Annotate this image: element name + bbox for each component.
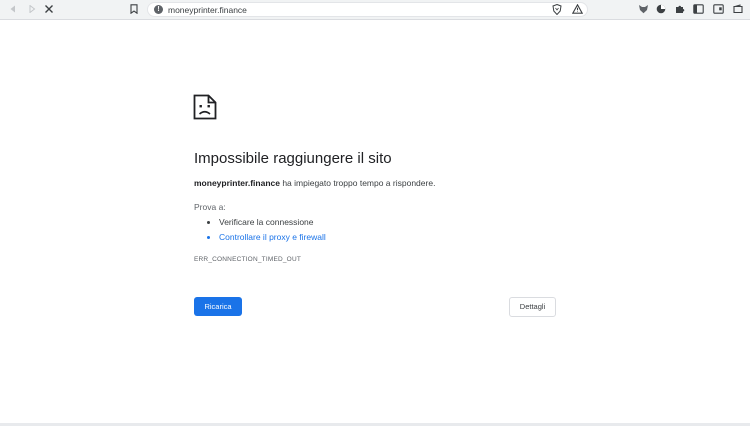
suggestion-check-proxy-link[interactable]: Controllare il proxy e firewall: [219, 230, 326, 245]
url-text: moneyprinter.finance: [168, 5, 247, 15]
address-bar[interactable]: ! moneyprinter.finance: [147, 2, 588, 17]
details-button[interactable]: Dettagli: [509, 297, 556, 317]
sidebar-icon[interactable]: [691, 2, 705, 16]
brave-rewards-icon[interactable]: [570, 2, 584, 16]
error-description-text: ha impiegato troppo tempo a rispondere.: [279, 178, 436, 188]
suggestions-heading: Prova a:: [194, 202, 226, 212]
browser-toolbar: ! moneyprinter.finance: [0, 0, 750, 20]
error-title: Impossibile raggiungere il sito: [194, 150, 392, 167]
reload-button[interactable]: Ricarica: [194, 297, 242, 316]
bookmark-icon[interactable]: [127, 2, 141, 16]
suggestion-check-connection: Verificare la connessione: [219, 215, 326, 230]
wallet-icon[interactable]: [731, 2, 745, 16]
error-code: ERR_CONNECTION_TIMED_OUT: [194, 256, 302, 263]
suggestions-list: Verificare la connessione Controllare il…: [194, 215, 326, 245]
extensions-puzzle-icon[interactable]: [673, 2, 687, 16]
forward-icon[interactable]: [25, 2, 39, 16]
back-icon[interactable]: [6, 2, 20, 16]
site-info-icon[interactable]: !: [154, 5, 163, 14]
stop-icon[interactable]: [42, 2, 56, 16]
extension-circle-icon[interactable]: [654, 2, 668, 16]
brave-shield-icon[interactable]: [550, 2, 564, 16]
profile-icon[interactable]: [711, 2, 725, 16]
error-host: moneyprinter.finance: [194, 178, 280, 188]
error-description: moneyprinter.finance ha impiegato troppo…: [194, 178, 435, 189]
extension-fox-icon[interactable]: [636, 2, 650, 16]
sad-page-icon: [193, 94, 217, 125]
